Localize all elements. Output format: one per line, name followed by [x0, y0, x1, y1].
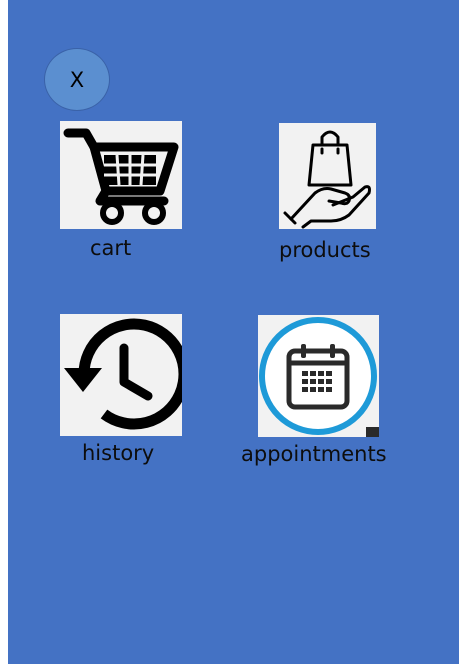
calendar-icon: [259, 317, 379, 437]
products-tile[interactable]: [279, 123, 376, 229]
products-label[interactable]: products: [279, 240, 371, 261]
close-button[interactable]: X: [44, 48, 110, 111]
clock-history-icon: [64, 318, 182, 430]
shopping-cart-icon: [63, 128, 179, 225]
menu-panel: X cart products history appointments: [8, 0, 459, 664]
close-label: X: [69, 67, 85, 92]
cart-tile[interactable]: [60, 121, 182, 229]
hand-shopping-bag-icon: [283, 130, 371, 229]
cart-label[interactable]: cart: [90, 238, 131, 259]
history-tile[interactable]: [60, 314, 182, 436]
appointments-tile[interactable]: [258, 315, 379, 437]
appointments-label[interactable]: appointments: [241, 444, 387, 465]
history-label[interactable]: history: [82, 443, 154, 464]
